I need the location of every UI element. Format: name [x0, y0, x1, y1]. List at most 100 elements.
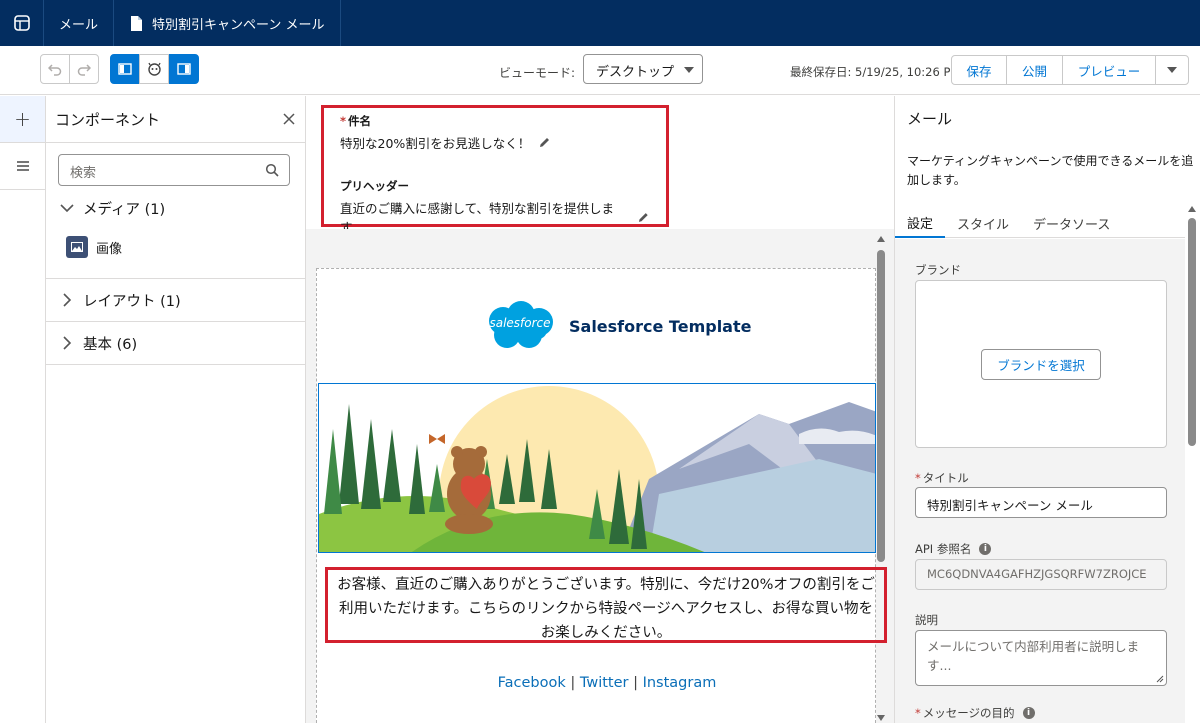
search-placeholder: 検索	[70, 166, 97, 181]
tab-mail[interactable]: メール	[44, 0, 114, 46]
toggle-right-panel-button[interactable]	[169, 54, 199, 84]
scroll-thumb[interactable]	[1188, 218, 1196, 446]
publish-label: 公開	[1021, 63, 1047, 79]
more-actions-button[interactable]	[1155, 55, 1189, 85]
components-panel: コンポーネント 検索 メディア (1) 画像 レイアウト (1) 基本 (6)	[46, 96, 306, 723]
resize-handle-icon[interactable]	[1156, 675, 1164, 683]
description-placeholder: メールについて内部利用者に説明します...	[927, 639, 1140, 673]
tab-campaign-mail[interactable]: 特別割引キャンペーン メール	[114, 0, 342, 46]
properties-title: メール	[907, 110, 953, 128]
mountain-landscape-image	[319, 384, 875, 552]
undo-button[interactable]	[40, 54, 70, 84]
save-button[interactable]: 保存	[951, 55, 1007, 85]
tab-data-source-label: データソース	[1033, 217, 1111, 233]
template-title: Salesforce Template	[569, 316, 752, 336]
components-title: コンポーネント	[55, 110, 161, 129]
pencil-icon[interactable]	[538, 136, 551, 149]
tab-mail-label: メール	[58, 17, 98, 33]
list-icon	[16, 161, 29, 171]
canvas-scrollbar[interactable]	[874, 234, 888, 723]
info-icon[interactable]: i	[979, 543, 992, 555]
view-mode-value: デスクトップ	[596, 65, 675, 80]
section-layout-label: レイアウト (1)	[83, 293, 181, 310]
divider	[46, 321, 305, 322]
preheader-label: プリヘッダー	[340, 179, 409, 193]
email-header[interactable]: salesforce Salesforce Template	[481, 299, 751, 353]
instagram-link[interactable]: Instagram	[643, 675, 717, 691]
properties-scrollbar[interactable]	[1186, 204, 1198, 723]
properties-description: マーケティングキャンペーンで使用できるメールを追加します。	[907, 154, 1194, 187]
toggle-left-panel-button[interactable]	[110, 54, 140, 84]
components-panel-header: コンポーネント	[46, 96, 305, 143]
left-rail: +	[0, 96, 46, 723]
social-links: Facebook | Twitter | Instagram	[317, 675, 894, 691]
title-value: 特別割引キャンペーン メール	[927, 498, 1093, 513]
brand-box: ブランドを選択	[915, 280, 1167, 448]
view-mode-label: ビューモード:	[499, 66, 576, 80]
last-saved-text: 最終保存日: 5/19/25, 10:26 PM	[790, 65, 961, 79]
subject-label: * 件名	[340, 114, 372, 128]
description-textarea[interactable]: メールについて内部利用者に説明します...	[915, 630, 1167, 686]
section-media[interactable]: メディア (1)	[46, 197, 305, 219]
select-brand-button[interactable]: ブランドを選択	[981, 349, 1101, 380]
salesforce-logo: salesforce	[481, 299, 559, 353]
info-icon[interactable]: i	[1022, 707, 1035, 719]
body-text-block[interactable]: お客様、直近のご購入ありがとうございます。特別に、今だけ20%オフの割引をご利用…	[325, 567, 887, 643]
section-basic[interactable]: 基本 (6)	[46, 332, 305, 354]
subject-preheader-block[interactable]: * 件名 特別な20%割引をお見逃しなく！ プリヘッダー 直近のご購入に感謝して、…	[321, 105, 669, 235]
pencil-icon[interactable]	[637, 211, 650, 224]
add-component-tab[interactable]: +	[0, 96, 45, 143]
select-brand-label: ブランドを選択	[997, 358, 1085, 373]
structure-tab[interactable]	[0, 143, 45, 190]
redo-button[interactable]	[69, 54, 99, 84]
tab-data-source[interactable]: データソース	[1021, 208, 1122, 238]
title-input[interactable]: 特別割引キャンペーン メール	[915, 487, 1167, 518]
publish-button[interactable]: 公開	[1006, 55, 1063, 85]
section-layout[interactable]: レイアウト (1)	[46, 289, 305, 311]
subject-field[interactable]: 特別な20%割引をお見逃しなく！	[340, 133, 650, 152]
scroll-down-icon[interactable]	[877, 715, 885, 721]
redo-icon	[77, 64, 91, 76]
tab-settings[interactable]: 設定	[895, 208, 946, 238]
preview-button[interactable]: プレビュー	[1062, 55, 1156, 85]
tab-style[interactable]: スタイル	[945, 208, 1021, 238]
email-body: salesforce Salesforce Template お客様、直近のご購…	[316, 268, 887, 723]
tab-campaign-label: 特別割引キャンペーン メール	[152, 17, 325, 33]
component-image[interactable]: 画像	[66, 236, 122, 258]
component-image-label: 画像	[96, 241, 123, 257]
scroll-thumb[interactable]	[877, 250, 885, 562]
app-launcher-icon[interactable]	[0, 0, 44, 46]
right-panel-icon	[177, 63, 191, 75]
description-label: 説明	[915, 613, 938, 627]
properties-tabs: 設定 スタイル データソース	[895, 208, 1185, 238]
twitter-link[interactable]: Twitter	[580, 675, 629, 691]
divider	[46, 364, 305, 365]
facebook-link[interactable]: Facebook	[498, 675, 566, 691]
close-icon[interactable]	[283, 113, 295, 125]
body-text: お客様、直近のご購入ありがとうございます。特別に、今だけ20%オフの割引をご利用…	[337, 577, 875, 641]
tab-style-label: スタイル	[957, 217, 1010, 233]
chevron-down-icon	[1167, 67, 1177, 73]
section-media-label: メディア (1)	[83, 201, 166, 218]
ai-assistant-button[interactable]	[139, 54, 169, 84]
api-name-label: API 参照名 i	[915, 541, 992, 557]
salesforce-logo-text: salesforce	[489, 316, 551, 330]
scroll-up-icon[interactable]	[877, 236, 885, 242]
title-label: * タイトル	[915, 471, 969, 485]
undo-icon	[48, 64, 62, 76]
view-mode-select[interactable]: デスクトップ	[583, 54, 703, 84]
component-search-input[interactable]: 検索	[58, 154, 290, 186]
left-panel-icon	[118, 63, 132, 75]
builder-toolbar: ビューモード: デスクトップ 最終保存日: 5/19/25, 10:26 PM …	[0, 46, 1200, 95]
separator: |	[565, 675, 580, 691]
api-name-input: MC6QDNVA4GAFHZJGSQRFW7ZROJCE	[915, 559, 1167, 590]
scroll-up-icon[interactable]	[1188, 206, 1196, 212]
api-name-value: MC6QDNVA4GAFHZJGSQRFW7ZROJCE	[927, 567, 1147, 581]
separator: |	[628, 675, 643, 691]
document-icon	[131, 15, 142, 31]
tab-settings-label: 設定	[907, 216, 934, 232]
properties-panel: メール マーケティングキャンペーンで使用できるメールを追加します。 設定 スタイ…	[894, 96, 1200, 723]
hero-image[interactable]	[318, 383, 876, 553]
subject-value: 特別な20%割引をお見逃しなく！	[340, 136, 531, 151]
email-canvas: * 件名 特別な20%割引をお見逃しなく！ プリヘッダー 直近のご購入に感謝して、…	[306, 96, 894, 723]
